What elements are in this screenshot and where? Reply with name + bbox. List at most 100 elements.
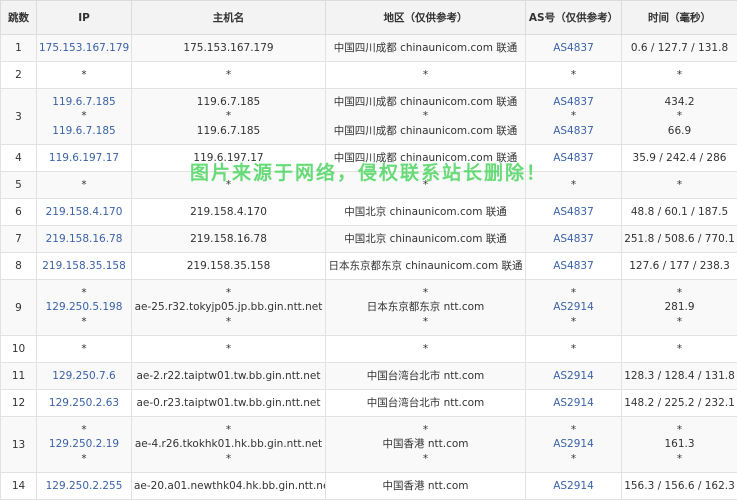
time-cell: * <box>621 171 737 199</box>
table-row: 9 * 129.250.5.198 * * ae-25.r32.tokyjp05.jp.b… <box>0 279 737 336</box>
region-cell: 日本东京都东京 chinaunicom.com 联通 <box>325 252 526 280</box>
region-text: 中国台湾台北市 ntt.com <box>366 396 485 409</box>
time-text: 434.2 <box>664 95 695 108</box>
time-cell: 127.6 / 177 / 238.3 <box>621 252 737 280</box>
hostname-cell: * <box>131 335 326 363</box>
time-cell: 48.8 / 60.1 / 187.5 <box>621 198 737 226</box>
table-row: 10 * * * * * <box>0 335 737 363</box>
as-number-text: * <box>570 286 577 299</box>
table-row: 7 219.158.16.78 219.158.16.78 中国北京 chinauni… <box>0 225 737 253</box>
hostname-text: 119.6.197.17 <box>193 151 264 164</box>
hop-cell: 7 <box>0 225 37 253</box>
ip-cell: * 129.250.5.198 * <box>36 279 132 336</box>
hostname-text: 219.158.35.158 <box>186 259 271 272</box>
as-number-cell: AS4837 <box>525 225 622 253</box>
region-text: 中国四川成都 chinaunicom.com 联通 <box>333 41 518 54</box>
ip-link[interactable]: 219.158.35.158 <box>39 259 129 274</box>
time-cell: 128.3 / 128.4 / 131.8 <box>621 362 737 390</box>
as-number-link[interactable]: AS2914 <box>528 300 619 315</box>
hop-cell: 10 <box>0 335 37 363</box>
as-number-link[interactable]: AS4837 <box>528 151 619 166</box>
ip-text: * <box>81 178 87 191</box>
table-row: 2 * * * * * <box>0 61 737 89</box>
as-number-link[interactable]: AS4837 <box>528 205 619 220</box>
hostname-text: ae-25.r32.tokyjp05.jp.bb.gin.ntt.net <box>134 301 323 314</box>
time-text: 0.6 / 127.7 / 131.8 <box>630 41 729 54</box>
time-cell: 148.2 / 225.2 / 232.1 <box>621 389 737 417</box>
as-number-link[interactable]: AS4837 <box>528 41 619 56</box>
hostname-text: * <box>225 315 232 328</box>
hostname-text: * <box>225 423 232 436</box>
table-row: 8 219.158.35.158 219.158.35.158 日本东京都东京 chi… <box>0 252 737 280</box>
hostname-text: 219.158.16.78 <box>190 232 267 245</box>
hop-cell: 2 <box>0 61 37 89</box>
header-time: 时间（毫秒） <box>621 0 737 35</box>
as-number-cell: * <box>525 171 622 199</box>
ip-link[interactable]: 129.250.2.19 <box>39 437 129 452</box>
hostname-cell: 175.153.167.179 <box>131 34 326 62</box>
hostname-cell: 219.158.4.170 <box>131 198 326 226</box>
hostname-cell: 219.158.35.158 <box>131 252 326 280</box>
hostname-text: ae-0.r23.taiptw01.tw.bb.gin.ntt.net <box>136 396 321 409</box>
header-region: 地区（仅供参考） <box>325 0 526 35</box>
region-cell: 中国四川成都 chinaunicom.com 联通 * 中国四川成都 chinaun… <box>325 88 526 145</box>
ip-link[interactable]: 219.158.4.170 <box>39 205 129 220</box>
as-number-link[interactable]: AS2914 <box>528 437 619 452</box>
as-number-link[interactable]: AS2914 <box>528 369 619 384</box>
region-cell: 中国台湾台北市 ntt.com <box>325 389 526 417</box>
region-cell: * <box>325 335 526 363</box>
as-number-link[interactable]: AS4837 <box>528 232 619 247</box>
as-number-cell: AS2914 <box>525 362 622 390</box>
ip-link[interactable]: 119.6.7.185 <box>39 95 129 110</box>
ip-link[interactable]: 129.250.2.255 <box>39 479 129 494</box>
ip-cell: * <box>36 335 132 363</box>
as-number-cell: * <box>525 335 622 363</box>
hostname-cell: * ae-25.r32.tokyjp05.jp.bb.gin.ntt.net * <box>131 279 326 336</box>
region-text: * <box>422 342 429 355</box>
ip-text: * <box>81 423 87 436</box>
as-number-cell: * <box>525 61 622 89</box>
ip-link[interactable]: 175.153.167.179 <box>39 41 129 56</box>
region-text: * <box>422 110 429 123</box>
as-number-link[interactable]: AS4837 <box>528 259 619 274</box>
header-hostname: 主机名 <box>131 0 326 35</box>
ip-link[interactable]: 119.6.7.185 <box>39 124 129 139</box>
ip-link[interactable]: 129.250.2.63 <box>39 396 129 411</box>
region-text: 日本东京都东京 ntt.com <box>366 301 485 314</box>
ip-link[interactable]: 129.250.7.6 <box>39 369 129 384</box>
time-text: 35.9 / 242.4 / 286 <box>632 151 727 164</box>
as-number-text: * <box>570 423 577 436</box>
as-number-text: * <box>570 342 577 355</box>
as-number-cell: AS4837 <box>525 34 622 62</box>
as-number-link[interactable]: AS2914 <box>528 396 619 411</box>
as-number-link[interactable]: AS4837 <box>528 124 619 139</box>
region-text: 中国四川成都 chinaunicom.com 联通 <box>333 124 518 137</box>
ip-link[interactable]: 219.158.16.78 <box>39 232 129 247</box>
as-number-text: * <box>570 315 577 328</box>
region-text: * <box>422 315 429 328</box>
as-number-link[interactable]: AS4837 <box>528 95 619 110</box>
header-ip: IP <box>36 0 132 35</box>
ip-cell: * <box>36 171 132 199</box>
hop-cell: 13 <box>0 416 37 473</box>
table-row: 3 119.6.7.185 * 119.6.7.185 119.6.7.185 * 119.… <box>0 88 737 145</box>
time-text: 127.6 / 177 / 238.3 <box>629 259 730 272</box>
time-text: * <box>676 452 683 465</box>
hostname-text: 219.158.4.170 <box>190 205 267 218</box>
region-cell: 中国四川成都 chinaunicom.com 联通 <box>325 144 526 172</box>
as-number-link[interactable]: AS2914 <box>528 479 619 494</box>
ip-link[interactable]: 129.250.5.198 <box>39 300 129 315</box>
hostname-text: 119.6.7.185 <box>196 95 261 108</box>
ip-text: * <box>81 342 87 355</box>
time-text: * <box>676 110 683 123</box>
ip-cell: 175.153.167.179 <box>36 34 132 62</box>
region-text: 中国北京 chinaunicom.com 联通 <box>344 205 507 218</box>
ip-cell: * 129.250.2.19 * <box>36 416 132 473</box>
time-text: 128.3 / 128.4 / 131.8 <box>624 369 735 382</box>
ip-link[interactable]: 119.6.197.17 <box>39 151 129 166</box>
region-cell: * 日本东京都东京 ntt.com * <box>325 279 526 336</box>
time-text: * <box>676 286 683 299</box>
table-body: 1 175.153.167.179 175.153.167.179 中国四川成都 ch… <box>0 34 737 500</box>
table-row: 6 219.158.4.170 219.158.4.170 中国北京 chinauni… <box>0 198 737 226</box>
time-text: 148.2 / 225.2 / 232.1 <box>624 396 735 409</box>
